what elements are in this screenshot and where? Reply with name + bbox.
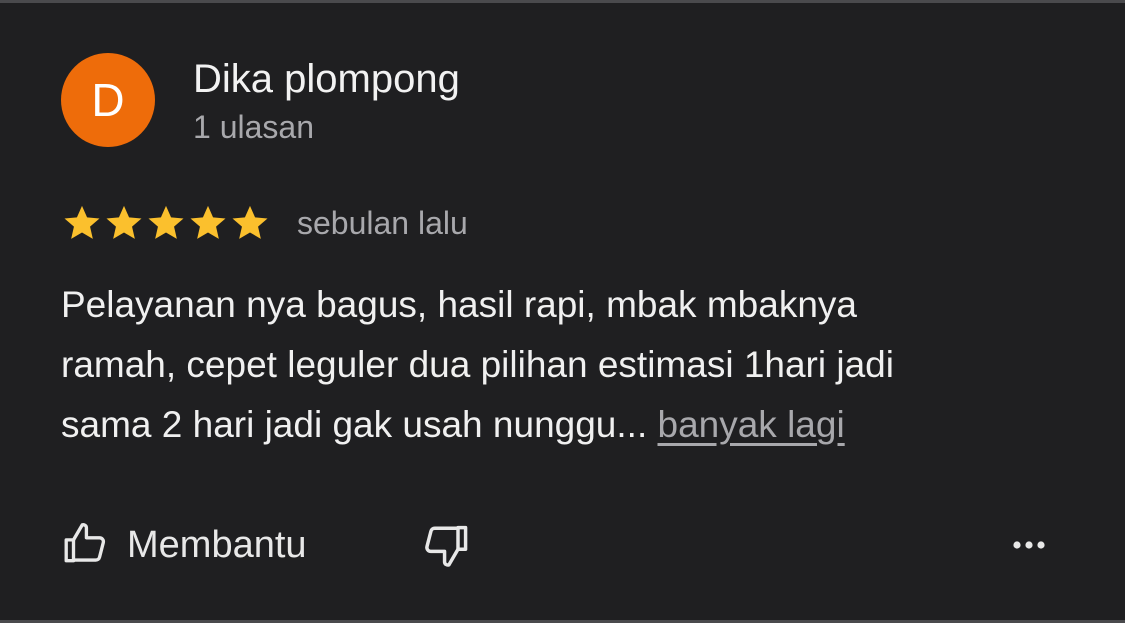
star-icon: [148, 205, 184, 239]
author-name[interactable]: Dika plompong: [193, 57, 460, 102]
star-icon: [106, 205, 142, 239]
review-text: Pelayanan nya bagus, hasil rapi, mbak mb…: [61, 275, 1061, 455]
helpful-button[interactable]: Membantu: [61, 518, 307, 573]
more-options-button[interactable]: [1009, 530, 1049, 565]
star-icon: [232, 205, 268, 239]
not-helpful-button[interactable]: [419, 520, 471, 577]
star-rating: [61, 202, 271, 244]
author-review-count: 1 ulasan: [193, 109, 314, 145]
thumbs-down-icon: [419, 525, 471, 576]
review-text-line-1: Pelayanan nya bagus, hasil rapi, mbak mb…: [61, 284, 857, 325]
avatar[interactable]: D: [61, 53, 155, 147]
review-time: sebulan lalu: [297, 204, 468, 241]
review-card: D Dika plompong 1 ulasan sebulan lalu Pe…: [0, 0, 1125, 623]
avatar-initial: D: [91, 74, 125, 126]
review-text-line-3: sama 2 hari jadi gak usah nunggu...: [61, 404, 658, 445]
thumbs-up-icon: [61, 518, 111, 573]
more-horizontal-icon: [1009, 541, 1049, 564]
rating-row: sebulan lalu: [61, 202, 468, 244]
star-icon: [190, 205, 226, 239]
read-more-link[interactable]: banyak lagi: [658, 404, 845, 445]
review-actions: Membantu: [61, 518, 1061, 576]
star-icon: [64, 205, 100, 239]
review-text-line-2: ramah, cepet leguler dua pilihan estimas…: [61, 344, 894, 385]
helpful-label: Membantu: [127, 524, 307, 566]
